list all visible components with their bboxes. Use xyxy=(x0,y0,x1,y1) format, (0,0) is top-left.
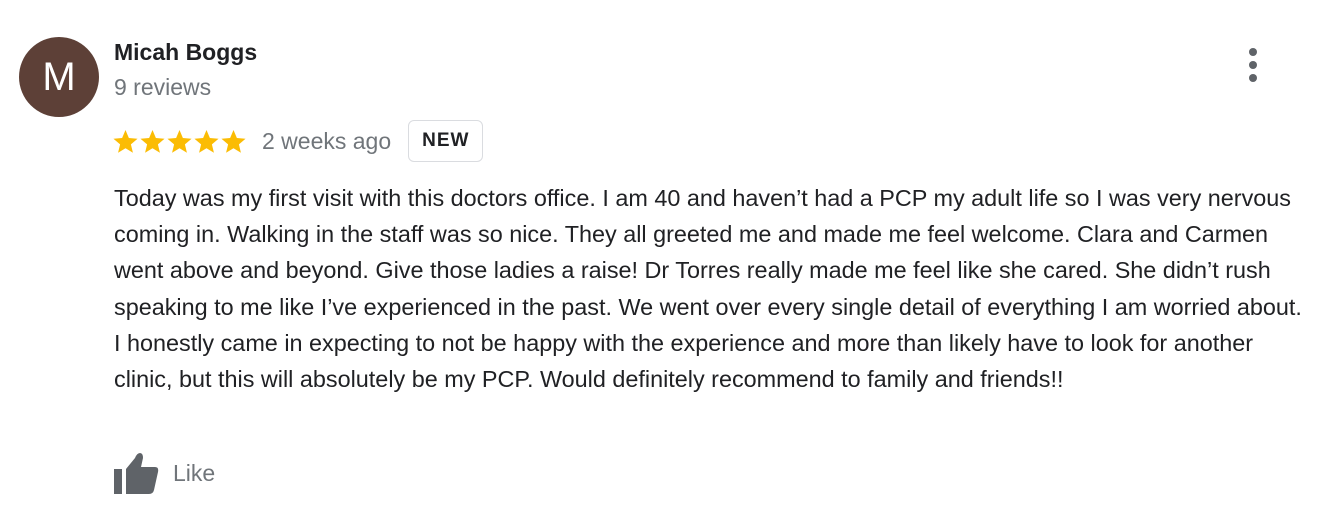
star-icon xyxy=(194,129,219,153)
avatar-initial: M xyxy=(42,54,76,99)
star-rating xyxy=(112,128,247,155)
thumbs-up-icon xyxy=(114,453,159,494)
new-badge: NEW xyxy=(408,120,484,162)
review-meta: 2 weeks ago NEW xyxy=(112,120,484,162)
reviewer-review-count: 9 reviews xyxy=(114,74,212,100)
more-options-button[interactable] xyxy=(1236,46,1270,86)
star-icon xyxy=(221,129,246,153)
star-icon xyxy=(140,129,165,153)
review-date: 2 weeks ago xyxy=(262,127,392,154)
review-text: Today was my first visit with this docto… xyxy=(114,185,1302,393)
review-card: M Micah Boggs 9 reviews 2 weeks ago NEW … xyxy=(0,0,1317,518)
like-label: Like xyxy=(173,459,216,486)
star-icon xyxy=(113,129,138,153)
reviewer-name[interactable]: Micah Boggs xyxy=(114,39,257,66)
more-vert-icon xyxy=(1249,48,1257,82)
star-icon xyxy=(167,129,192,153)
like-button[interactable]: Like xyxy=(112,450,215,496)
avatar[interactable]: M xyxy=(19,37,99,117)
